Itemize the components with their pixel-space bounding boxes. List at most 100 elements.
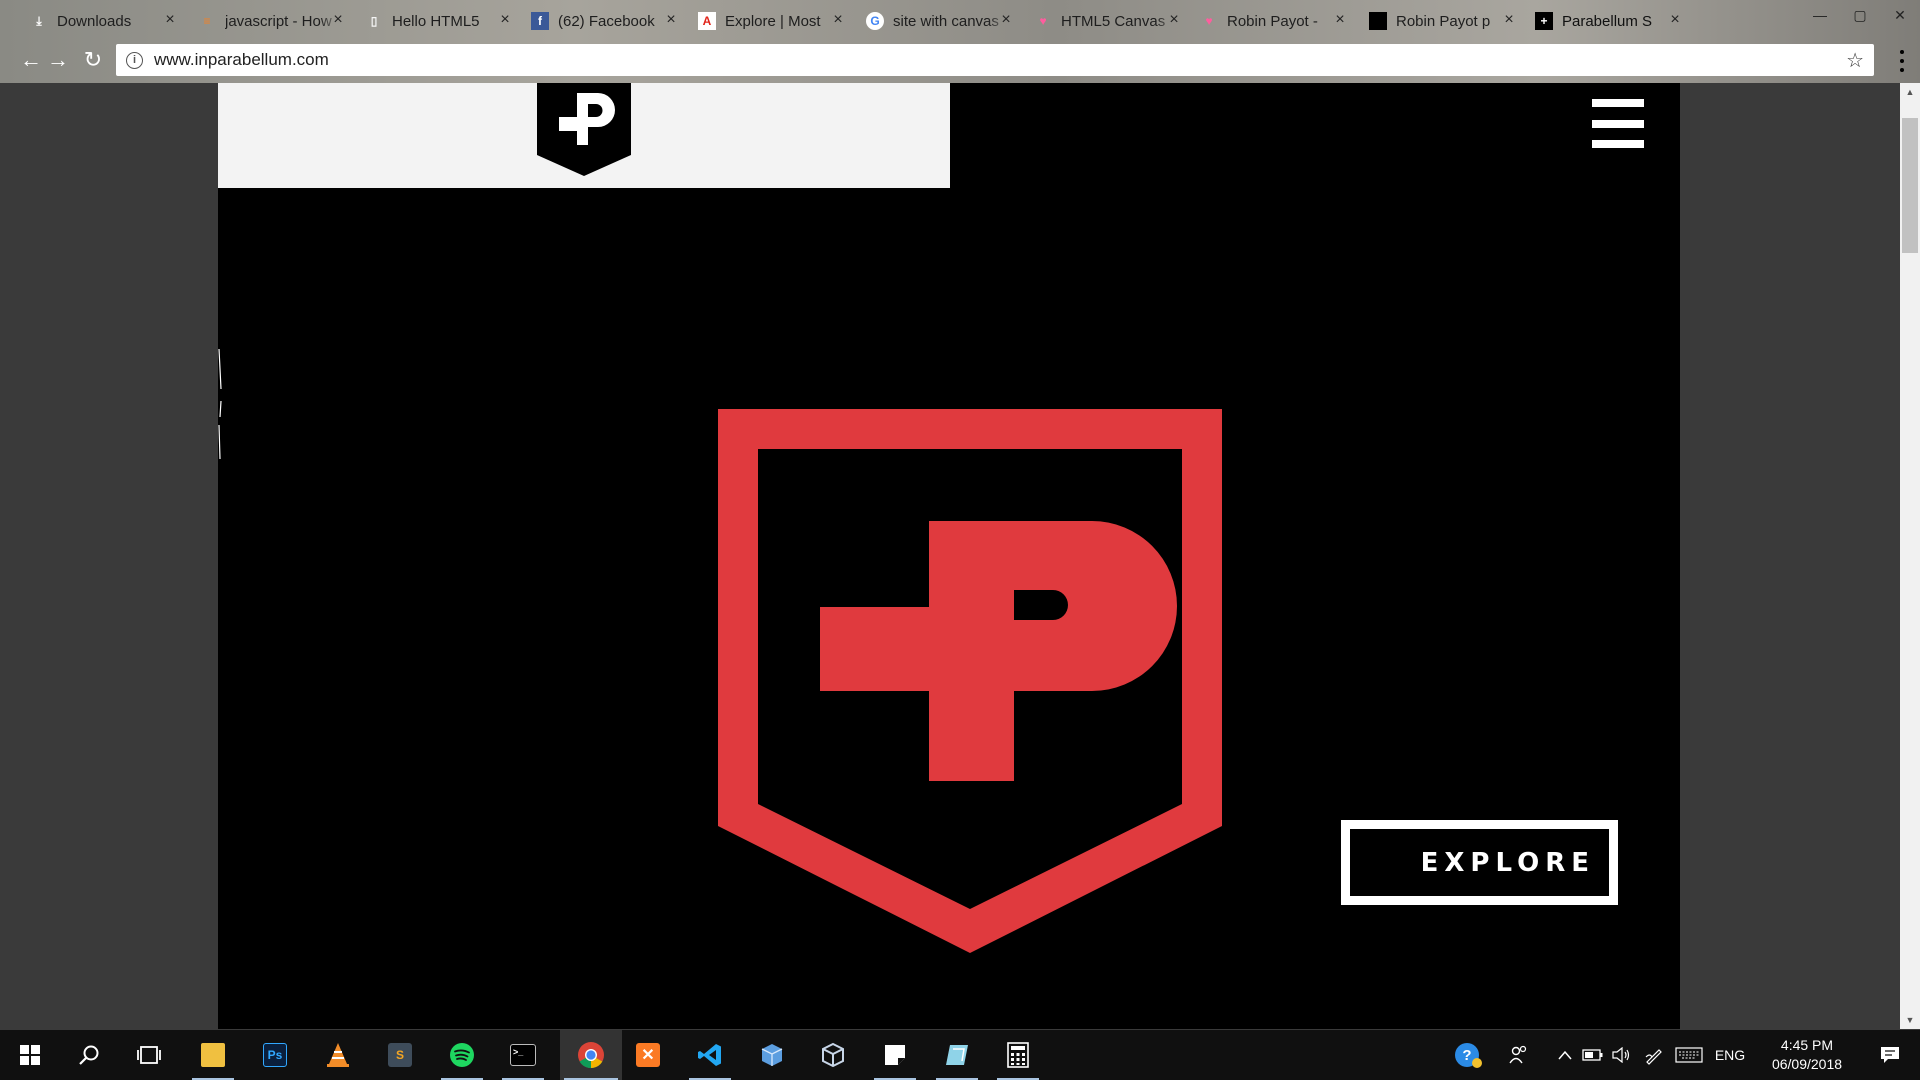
svg-text:?: ? [1462,1047,1471,1064]
people-icon[interactable] [1502,1030,1536,1080]
tab-title: Explore | Most [725,12,821,30]
back-button[interactable]: ← [18,47,44,73]
sublime-text-icon: S [388,1043,412,1067]
language-indicator[interactable]: ENG [1710,1030,1750,1080]
sticky-notes-icon [885,1045,905,1065]
chrome-icon [578,1042,604,1069]
minimize-button[interactable]: — [1800,0,1840,30]
cube-icon [761,1044,783,1066]
tab-title: site with canvas [893,12,999,30]
bookmark-star-icon[interactable]: ☆ [1846,48,1864,73]
taskbar-photoshop[interactable]: Ps [250,1030,300,1080]
window-controls: — ▢ ✕ [1800,0,1920,30]
scrollbar-thumb[interactable] [1902,118,1918,253]
tab-close-icon[interactable]: × [1166,12,1182,28]
taskbar-terminal[interactable]: >_ [498,1030,548,1080]
heart-icon: ♥ [1039,14,1047,28]
taskbar-sticky-notes[interactable] [870,1030,920,1080]
clock-date: 06/09/2018 [1771,1056,1843,1072]
taskbar-vscode[interactable] [685,1030,735,1080]
taskbar-file-explorer[interactable] [188,1030,238,1080]
parabellum-logo-large [718,409,1222,953]
web-page: EXPLORE [218,83,1680,1029]
browser-tab[interactable]: + Parabellum S × [1535,4,1683,38]
browser-tab[interactable]: Robin Payot p × [1369,4,1517,38]
show-hidden-icons-chevron-icon[interactable] [1554,1030,1576,1080]
system-tray: ? ENG 4:45 PM 06/09/2018 [1440,1030,1920,1080]
close-window-button[interactable]: ✕ [1880,0,1920,30]
hamburger-menu-icon[interactable] [1592,99,1644,148]
taskbar-virtualbox[interactable] [808,1030,858,1080]
facebook-icon: f [531,12,549,30]
tab-close-icon[interactable]: × [830,12,846,28]
browser-tab[interactable]: A Explore | Most × [698,4,846,38]
taskbar-3d-cube[interactable] [747,1030,797,1080]
taskbar-spotify[interactable] [437,1030,487,1080]
calculator-icon [1007,1042,1029,1068]
browser-tab[interactable]: ▯ Hello HTML5 × [365,4,513,38]
volume-icon[interactable] [1608,1030,1634,1080]
touch-keyboard-icon[interactable] [1672,1030,1706,1080]
page-scrollbar[interactable]: ▲ ▼ [1900,83,1920,1029]
tab-close-icon[interactable]: × [1667,12,1683,28]
vlc-cone-icon [327,1043,349,1067]
search-icon [79,1045,99,1065]
google-icon: G [866,12,884,30]
url-text[interactable]: www.inparabellum.com [154,50,329,70]
tab-close-icon[interactable]: × [330,12,346,28]
black-square-icon [1369,12,1387,30]
scroll-up-arrow-icon[interactable]: ▲ [1900,83,1920,101]
taskbar-chrome[interactable] [560,1030,622,1080]
parabellum-logo-small[interactable] [537,83,631,176]
tab-close-icon[interactable]: × [497,12,513,28]
clock[interactable]: 4:45 PM 06/09/2018 [1762,1036,1852,1074]
vscode-icon [698,1044,721,1066]
tab-close-icon[interactable]: × [998,12,1014,28]
taskbar-paint[interactable] [932,1030,982,1080]
browser-tab[interactable]: f (62) Facebook × [531,4,679,38]
forward-button[interactable]: → [45,47,71,73]
start-button[interactable] [5,1030,55,1080]
xampp-icon: ✕ [636,1043,660,1067]
page-icon: ▯ [370,14,378,28]
browser-menu-icon[interactable] [1900,50,1906,72]
virtualbox-icon [822,1042,844,1068]
download-icon: ⤓ [36,13,42,28]
help-icon[interactable]: ? [1448,1030,1488,1080]
tab-title: Hello HTML5 [392,12,480,30]
folder-icon [201,1043,225,1067]
action-center-icon[interactable] [1868,1030,1912,1080]
taskbar-calculator[interactable] [993,1030,1043,1080]
taskbar-sublime[interactable]: S [375,1030,425,1080]
pen-workspace-icon[interactable] [1640,1030,1668,1080]
tab-title: HTML5 Canvas [1061,12,1166,30]
address-bar[interactable]: i www.inparabellum.com ☆ [116,44,1874,76]
edge-artifact [218,349,222,459]
reload-button[interactable]: ↻ [80,47,106,73]
browser-tab[interactable]: ♥ HTML5 Canvas × [1034,4,1182,38]
search-button[interactable] [64,1030,114,1080]
tab-close-icon[interactable]: × [663,12,679,28]
task-view-button[interactable] [124,1030,174,1080]
tab-close-icon[interactable]: × [1501,12,1517,28]
taskbar-xampp[interactable]: ✕ [623,1030,673,1080]
tab-close-icon[interactable]: × [162,12,178,28]
maximize-button[interactable]: ▢ [1840,0,1880,30]
battery-icon[interactable] [1580,1030,1606,1080]
browser-tab[interactable]: ≡ javascript - How × [198,4,346,38]
terminal-icon: >_ [510,1044,536,1066]
browser-tab[interactable]: ♥ Robin Payot - × [1200,4,1348,38]
browser-viewport: EXPLORE ▲ ▼ [0,83,1920,1029]
tab-title: Parabellum S [1562,12,1653,30]
browser-tab[interactable]: ⤓ Downloads × [30,4,178,38]
tab-close-icon[interactable]: × [1332,12,1348,28]
scroll-down-arrow-icon[interactable]: ▼ [1900,1011,1920,1029]
browser-tab[interactable]: Gsite with canvas × [866,4,1014,38]
tab-title: (62) Facebook [558,12,655,30]
browser-chrome: ⤓ Downloads × ≡ javascript - How × ▯ Hello HTML… [0,0,1920,83]
site-info-icon[interactable]: i [126,51,143,69]
tab-title: Robin Payot - [1227,12,1318,30]
explore-button[interactable]: EXPLORE [1341,820,1618,905]
spotify-icon [450,1043,474,1067]
taskbar-vlc[interactable] [313,1030,363,1080]
